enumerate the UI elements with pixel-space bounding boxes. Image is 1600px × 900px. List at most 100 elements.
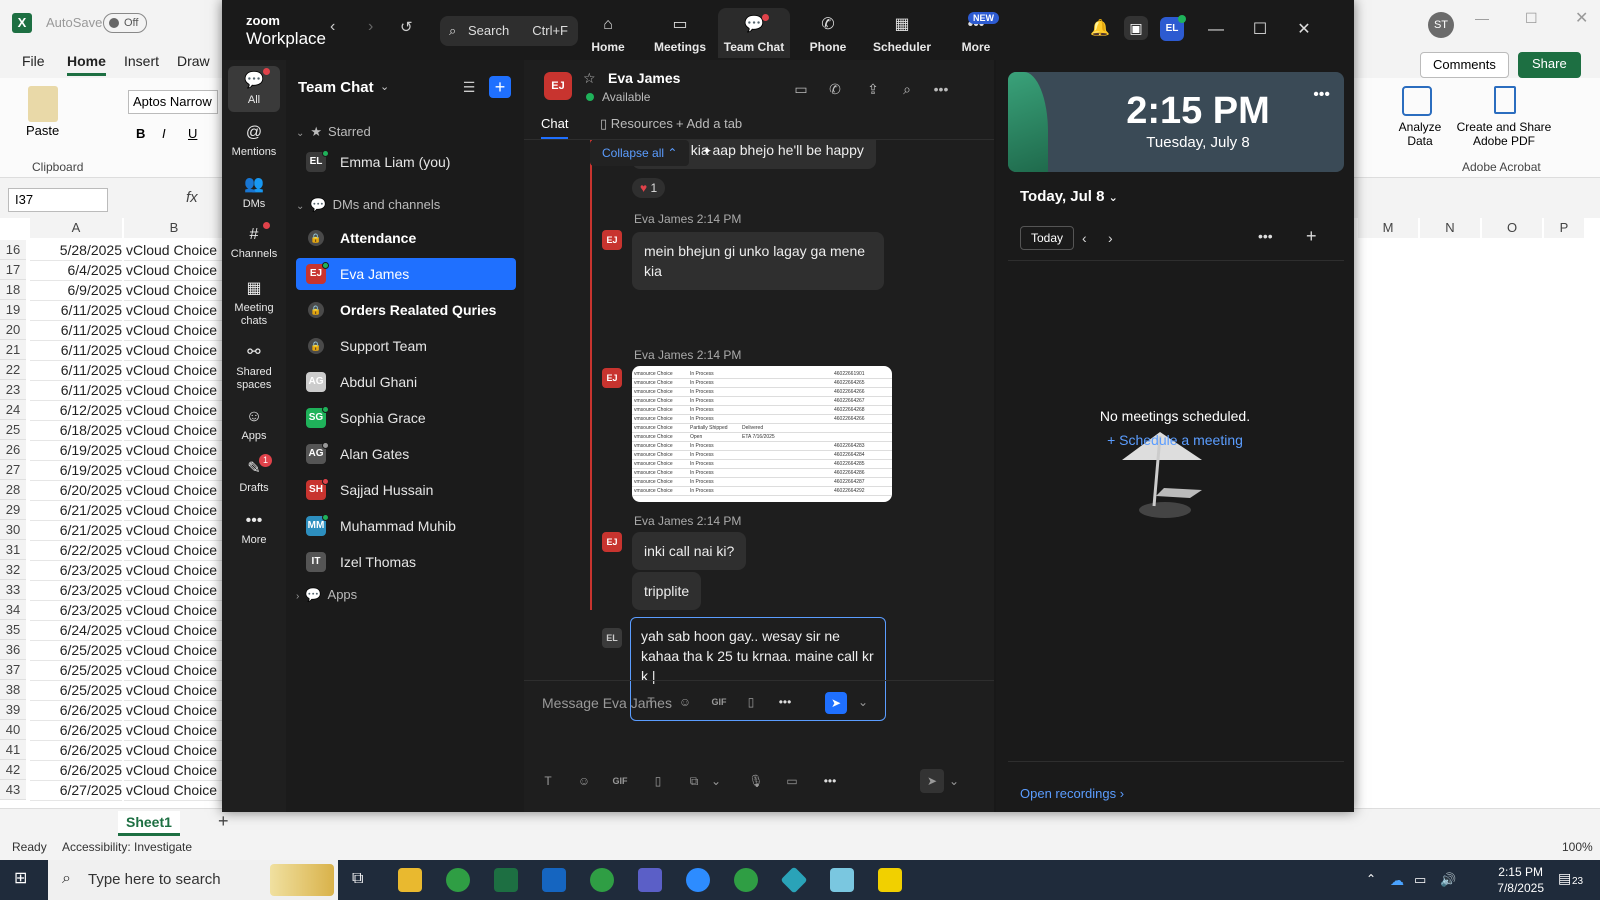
rail-channels[interactable]: # Channels <box>228 220 280 266</box>
sticky-notes-icon[interactable] <box>878 868 902 892</box>
cell-a[interactable]: 6/23/2025 <box>30 560 122 581</box>
add-sheet-icon[interactable]: + <box>218 811 229 832</box>
list-item-emma-liam-you-[interactable]: EL Emma Liam (you) <box>296 146 516 178</box>
row-number[interactable]: 20 <box>0 320 26 340</box>
star-outline-icon[interactable]: ☆ <box>583 70 596 87</box>
cell-b[interactable]: vCloud Choice <box>124 560 234 581</box>
cell-b[interactable]: vCloud Choice <box>124 260 234 281</box>
list-item-orders-realated-quries[interactable]: 🔒 Orders Realated Quries <box>296 294 516 326</box>
row-number[interactable]: 30 <box>0 520 26 540</box>
table-row[interactable]: 41 6/26/2025 vCloud Choice <box>0 740 234 761</box>
accessibility-status[interactable]: Accessibility: Investigate <box>62 840 192 854</box>
cell-a[interactable]: 6/11/2025 <box>30 380 122 401</box>
row-number[interactable]: 24 <box>0 400 26 420</box>
row-number[interactable]: 21 <box>0 340 26 360</box>
cell-b[interactable]: vCloud Choice <box>124 380 234 401</box>
table-row[interactable]: 37 6/25/2025 vCloud Choice <box>0 660 234 681</box>
table-row[interactable]: 19 6/11/2025 vCloud Choice <box>0 300 234 321</box>
cell-a[interactable]: 6/11/2025 <box>30 320 122 341</box>
cell-a[interactable]: 6/24/2025 <box>30 620 122 641</box>
cell-b[interactable]: vCloud Choice <box>124 600 234 621</box>
table-row[interactable]: 40 6/26/2025 vCloud Choice <box>0 720 234 741</box>
row-number[interactable]: 35 <box>0 620 26 640</box>
cell-b[interactable]: vCloud Choice <box>124 340 234 361</box>
chrome-icon[interactable] <box>446 868 470 892</box>
cell-a[interactable]: 6/20/2025 <box>30 480 122 501</box>
draft-text[interactable]: yah sab hoon gay.. wesay sir ne kahaa th… <box>641 626 879 686</box>
excel-maximize-icon[interactable]: ☐ <box>1525 10 1538 27</box>
notifications-bell-icon[interactable]: 🔔 <box>1090 18 1110 38</box>
cell-a[interactable]: 6/11/2025 <box>30 300 122 321</box>
font-name-select[interactable]: Aptos Narrow <box>128 90 218 114</box>
cell-a[interactable]: 6/25/2025 <box>30 660 122 681</box>
row-number[interactable]: 16 <box>0 240 26 260</box>
cell-b[interactable]: vCloud Choice <box>124 620 234 641</box>
cell-a[interactable]: 6/19/2025 <box>30 460 122 481</box>
notification-center-icon[interactable]: ▤ <box>1558 870 1571 887</box>
tab-chat[interactable]: Chat <box>541 116 569 139</box>
starred-section[interactable]: ⌄ ★ Starred <box>296 124 371 140</box>
list-item-sajjad-hussain[interactable]: SH Sajjad Hussain <box>296 474 516 506</box>
row-number[interactable]: 41 <box>0 740 26 760</box>
text-format-icon[interactable]: T <box>538 771 558 791</box>
today-header[interactable]: Today, Jul 8 ⌄ <box>1020 188 1118 205</box>
cell-a[interactable]: 6/19/2025 <box>30 440 122 461</box>
app-diamond-icon[interactable] <box>780 866 808 894</box>
rail-mentions[interactable]: @ Mentions <box>228 118 280 164</box>
video-call-icon[interactable]: ▭ <box>790 78 812 100</box>
rail-shared-spaces[interactable]: ⚯ Shared spaces <box>228 338 280 394</box>
menu-file[interactable]: File <box>22 53 45 69</box>
table-row[interactable]: 21 6/11/2025 vCloud Choice <box>0 340 234 361</box>
list-item-eva-james[interactable]: EJ Eva James <box>296 258 516 290</box>
cell-b[interactable]: vCloud Choice <box>124 760 234 781</box>
row-number[interactable]: 39 <box>0 700 26 720</box>
screenshot-icon[interactable]: ⧉ <box>684 771 704 791</box>
new-chat-plus-icon[interactable]: + <box>489 76 511 98</box>
list-item-abdul-ghani[interactable]: AG Abdul Ghani <box>296 366 516 398</box>
image-attachment[interactable]: vmsource Choice In Process 46022661901 vmso… <box>632 366 892 502</box>
message-bubble[interactable]: inki call nai ki? <box>632 532 747 570</box>
list-item-sophia-grace[interactable]: SG Sophia Grace <box>296 402 516 434</box>
col-header-p[interactable]: P <box>1544 218 1584 238</box>
cell-b[interactable]: vCloud Choice <box>124 680 234 701</box>
nav-meetings[interactable]: ▭ Meetings <box>644 8 716 58</box>
cell-a[interactable]: 5/28/2025 <box>30 240 122 261</box>
contact-name[interactable]: Eva James <box>608 70 680 86</box>
task-view-icon[interactable]: ⧉ <box>352 870 363 888</box>
row-number[interactable]: 38 <box>0 680 26 700</box>
cell-a[interactable]: 6/23/2025 <box>30 600 122 621</box>
table-row[interactable]: 36 6/25/2025 vCloud Choice <box>0 640 234 661</box>
open-recordings-link[interactable]: Open recordings › <box>1020 786 1124 801</box>
table-row[interactable]: 30 6/21/2025 vCloud Choice <box>0 520 234 541</box>
row-number[interactable]: 32 <box>0 560 26 580</box>
heart-reaction[interactable]: ♥ 1 <box>632 178 666 198</box>
cell-b[interactable]: vCloud Choice <box>124 640 234 661</box>
nav-more[interactable]: ••• More NEW <box>940 8 1012 58</box>
cell-a[interactable]: 6/18/2025 <box>30 420 122 441</box>
cell-a[interactable]: 6/21/2025 <box>30 500 122 521</box>
table-row[interactable]: 39 6/26/2025 vCloud Choice <box>0 700 234 721</box>
zoom-close-icon[interactable]: ✕ <box>1292 18 1316 42</box>
schedule-meeting-link[interactable]: + Schedule a meeting <box>996 432 1354 448</box>
video-message-icon[interactable]: ▭ <box>782 771 802 791</box>
sparkle-icon[interactable]: ✦ <box>702 144 712 158</box>
table-row[interactable]: 28 6/20/2025 vCloud Choice <box>0 480 234 501</box>
table-row[interactable]: 32 6/23/2025 vCloud Choice <box>0 560 234 581</box>
cell-b[interactable]: vCloud Choice <box>124 500 234 521</box>
cell-b[interactable]: vCloud Choice <box>124 360 234 381</box>
tray-chevron-up-icon[interactable]: ⌃ <box>1366 872 1376 886</box>
rail-all[interactable]: 💬 All <box>228 66 280 112</box>
send-options-chevron-icon[interactable]: ⌄ <box>944 771 964 791</box>
microphone-icon[interactable]: 🎙 <box>746 771 766 791</box>
col-header-m[interactable]: M <box>1358 218 1418 238</box>
rail-meeting-chats[interactable]: ▦ Meeting chats <box>228 274 280 330</box>
adobe-pdf-icon[interactable] <box>1494 86 1516 114</box>
table-row[interactable]: 42 6/26/2025 vCloud Choice <box>0 760 234 781</box>
message-avatar[interactable]: EJ <box>602 532 622 552</box>
cell-a[interactable]: 6/27/2025 <box>30 780 122 801</box>
rail-dms[interactable]: 👥 DMs <box>228 170 280 216</box>
network-icon[interactable]: ▭ <box>1414 872 1426 888</box>
apps-section[interactable]: › 💬 Apps <box>296 587 357 603</box>
cell-b[interactable]: vCloud Choice <box>124 280 234 301</box>
row-number[interactable]: 17 <box>0 260 26 280</box>
